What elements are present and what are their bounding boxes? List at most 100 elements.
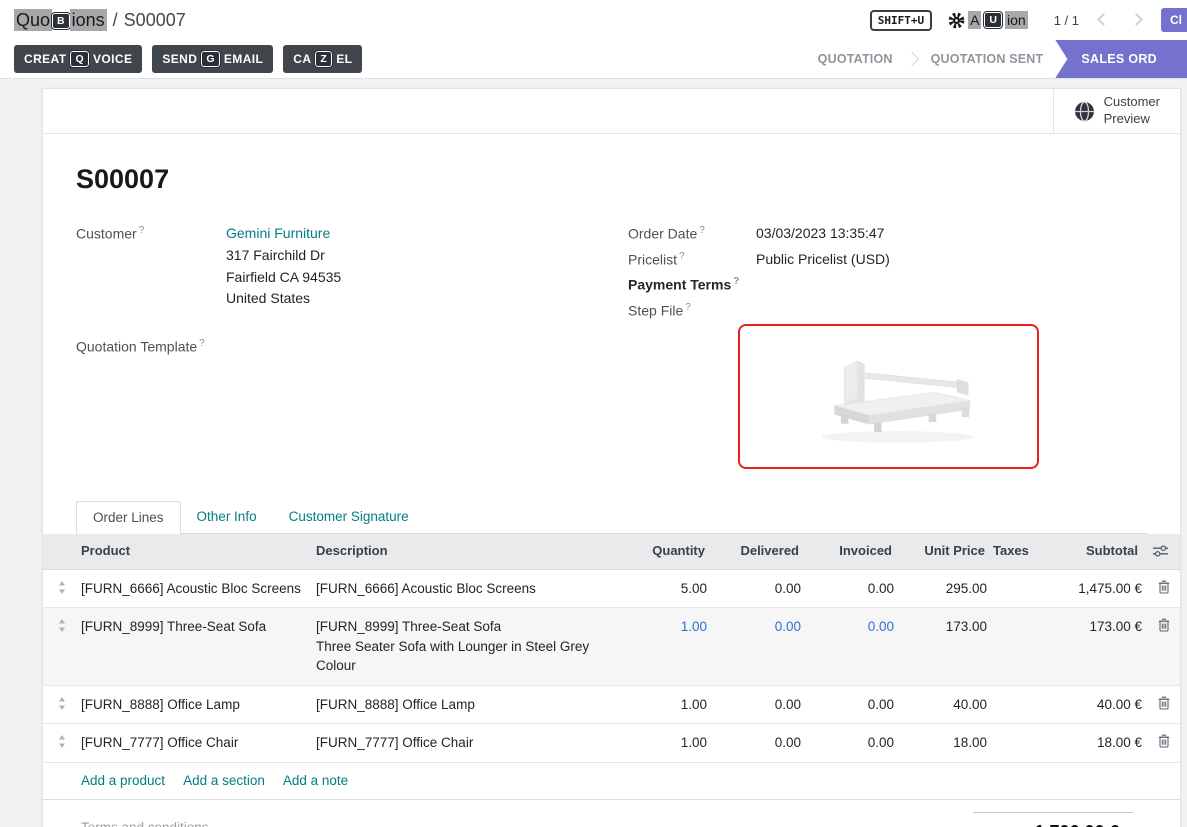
cell-invoiced[interactable]: 0.00 [807,724,900,762]
quotation-template-field[interactable]: Quotation Template? [76,338,628,355]
send-email-label-pre: SEND [162,52,197,66]
payment-terms-label: Payment Terms? [628,276,756,293]
tab-order-lines[interactable]: Order Lines [76,501,181,534]
cell-delivered[interactable]: 0.00 [713,608,807,646]
cell-unit-price[interactable]: 295.00 [900,570,993,608]
cell-subtotal[interactable]: 18.00 € [1041,724,1146,762]
statusbar-stage-quotation-sent[interactable]: QUOTATION SENT [919,40,1056,78]
add-section-link[interactable]: Add a section [183,773,265,788]
delete-icon[interactable] [1146,724,1182,748]
description-line2: Three Seater Sofa with Lounger in Steel … [316,639,589,674]
cell-quantity[interactable]: 1.00 [621,724,713,762]
cell-quantity[interactable]: 1.00 [621,686,713,724]
cell-product[interactable]: [FURN_8999] Three-Seat Sofa [81,608,316,646]
col-header-unit-price[interactable]: Unit Price [900,542,993,561]
order-date-value[interactable]: 03/03/2023 13:35:47 [756,225,884,242]
tab-other-info[interactable]: Other Info [181,501,273,533]
pager-previous-icon[interactable] [1095,7,1112,33]
cell-delivered[interactable]: 0.00 [713,570,807,608]
breadcrumb: QuoBions / S00007 [14,10,186,31]
cell-product[interactable]: [FURN_6666] Acoustic Bloc Screens [81,570,316,608]
notebook-tabs: Order Lines Other Info Customer Signatur… [76,501,1147,534]
customer-link[interactable]: Gemini Furniture [226,225,330,241]
customer-preview-button[interactable]: Customer Preview [1053,89,1180,133]
cell-description[interactable]: [FURN_8888] Office Lamp [316,686,621,724]
sheet-body: S00007 Customer? Gemini Furniture 317 Fa… [43,134,1180,827]
col-header-invoiced[interactable]: Invoiced [807,542,900,561]
order-sheet: Customer Preview S00007 Customer? Gemini… [42,88,1181,827]
table-row[interactable]: [FURN_6666] Acoustic Bloc Screens [FURN_… [43,570,1180,609]
cell-subtotal[interactable]: 1,475.00 € [1041,570,1146,608]
breadcrumb-current: S00007 [124,10,186,31]
cell-delivered[interactable]: 0.00 [713,724,807,762]
cell-product[interactable]: [FURN_8888] Office Lamp [81,686,316,724]
top-navigation-bar: QuoBions / S00007 SHIFT+U A U ion 1 / 1 … [0,0,1187,40]
statusbar-stage-quotation[interactable]: QUOTATION [806,40,905,78]
step-file-field: Step File? [628,302,1147,319]
send-email-button[interactable]: SENDGEMAIL [152,45,273,73]
terms-and-conditions-input[interactable]: Terms and conditions... [76,812,220,827]
table-row[interactable]: [FURN_7777] Office Chair [FURN_7777] Off… [43,724,1180,763]
customer-field-value: Gemini Furniture 317 Fairchild Dr Fairfi… [226,225,341,310]
col-header-quantity[interactable]: Quantity [621,542,713,561]
cell-delivered[interactable]: 0.00 [713,686,807,724]
cell-subtotal[interactable]: 173.00 € [1041,608,1146,646]
optional-columns-icon[interactable] [1146,545,1182,557]
action-menu-label-post: ion [1005,11,1028,29]
pager-next-icon[interactable] [1128,7,1145,33]
cell-invoiced[interactable]: 0.00 [807,570,900,608]
cell-description[interactable]: [FURN_7777] Office Chair [316,724,621,762]
col-header-taxes[interactable]: Taxes [993,542,1041,561]
pricelist-value[interactable]: Public Pricelist (USD) [756,251,890,268]
breadcrumb-separator: / [113,10,118,31]
pager-counter: 1 / 1 [1054,13,1079,28]
col-header-delivered[interactable]: Delivered [713,542,807,561]
table-row[interactable]: [FURN_8888] Office Lamp [FURN_8888] Offi… [43,686,1180,725]
drag-handle-icon[interactable] [43,570,81,594]
cancel-button[interactable]: CAZEL [283,45,362,73]
cell-quantity[interactable]: 5.00 [621,570,713,608]
statusbar-stage-sales-order-active[interactable]: SALES ORD [1055,40,1187,78]
delete-icon[interactable] [1146,608,1182,632]
keyboard-hint-badge: G [201,51,220,67]
payment-terms-field[interactable]: Payment Terms? [628,276,1147,293]
help-marker: ? [679,251,685,262]
cell-unit-price[interactable]: 40.00 [900,686,993,724]
drag-handle-icon[interactable] [43,608,81,632]
create-invoice-button[interactable]: CREATQVOICE [14,45,142,73]
step-file-image[interactable] [738,324,1039,469]
cell-taxes[interactable] [993,686,1041,704]
drag-handle-icon[interactable] [43,686,81,710]
cell-quantity[interactable]: 1.00 [621,608,713,646]
table-row[interactable]: [FURN_8999] Three-Seat Sofa [FURN_8999] … [43,608,1180,686]
delete-icon[interactable] [1146,570,1182,594]
cell-subtotal[interactable]: 40.00 € [1041,686,1146,724]
form-column-right: Order Date? 03/03/2023 13:35:47 Pricelis… [628,225,1147,469]
statusbar: QUOTATION QUOTATION SENT SALES ORD [806,40,1187,78]
cell-description[interactable]: [FURN_8999] Three-Seat Sofa Three Seater… [316,608,621,685]
cell-unit-price[interactable]: 18.00 [900,724,993,762]
pricelist-field: Pricelist? Public Pricelist (USD) [628,251,1147,268]
statusbar-chevron-icon [905,52,919,66]
total-value: 1,706.00 € [1034,822,1119,827]
col-header-subtotal[interactable]: Subtotal [1041,542,1146,561]
cell-invoiced[interactable]: 0.00 [807,686,900,724]
cutoff-hint-badge[interactable]: Cl [1161,8,1187,32]
col-header-product[interactable]: Product [81,542,316,561]
col-header-description[interactable]: Description [316,542,621,561]
add-product-link[interactable]: Add a product [81,773,165,788]
drag-handle-icon[interactable] [43,724,81,748]
add-note-link[interactable]: Add a note [283,773,348,788]
action-menu-button[interactable]: A U ion [948,11,1028,29]
cell-description[interactable]: [FURN_6666] Acoustic Bloc Screens [316,570,621,608]
cell-taxes[interactable] [993,724,1041,742]
cell-product[interactable]: [FURN_7777] Office Chair [81,724,316,762]
customer-address: 317 Fairchild Dr Fairfield CA 94535 Unit… [226,245,341,310]
breadcrumb-quotations-link[interactable]: QuoBions [14,10,107,31]
cell-unit-price[interactable]: 173.00 [900,608,993,646]
cell-invoiced[interactable]: 0.00 [807,608,900,646]
cell-taxes[interactable] [993,570,1041,588]
tab-customer-signature[interactable]: Customer Signature [273,501,425,533]
cell-taxes[interactable] [993,608,1041,626]
delete-icon[interactable] [1146,686,1182,710]
